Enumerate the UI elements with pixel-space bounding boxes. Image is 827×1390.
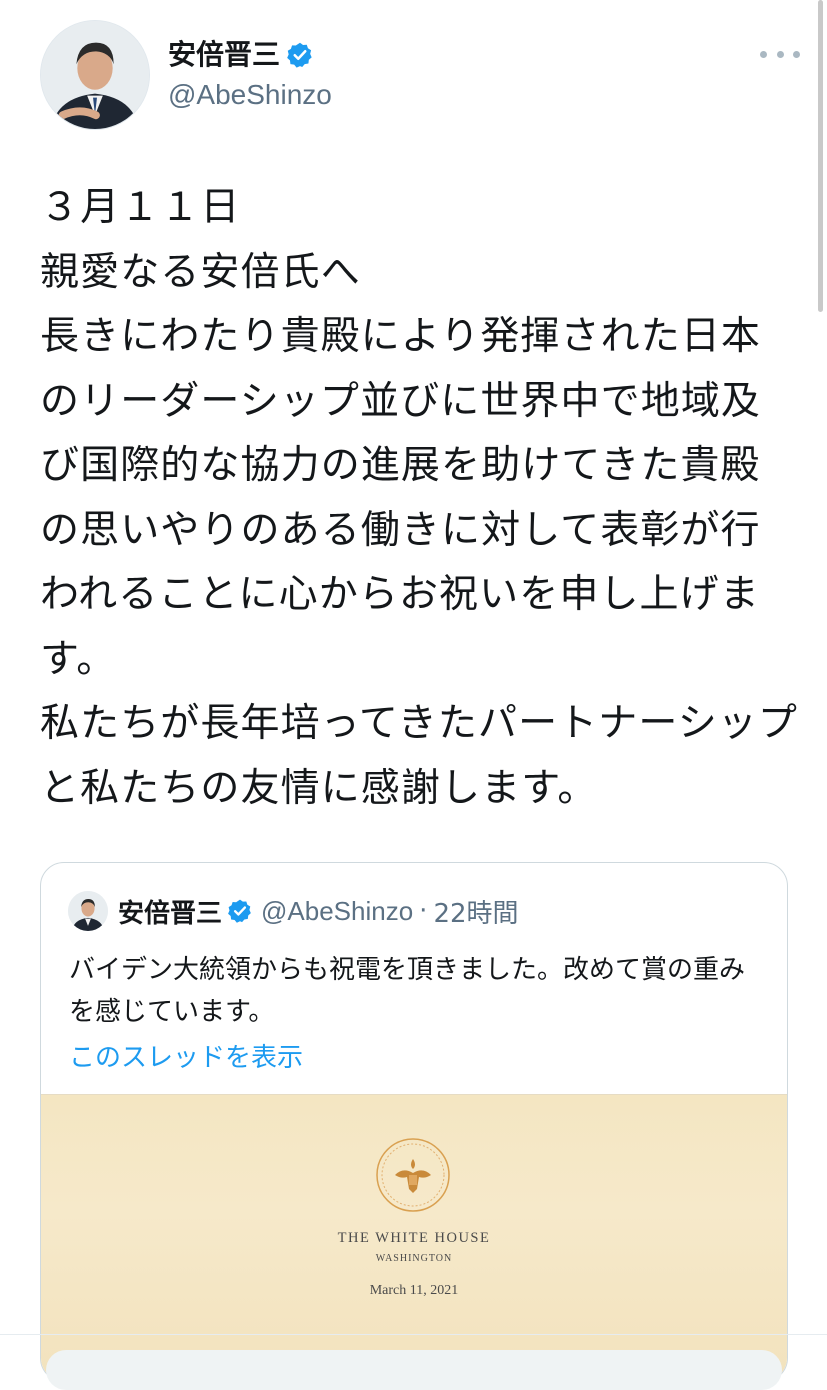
quoted-tweet-text: バイデン大統領からも祝電を頂きました。改めて賞の重みを感じています。 — [69, 955, 746, 1027]
verified-badge-icon — [228, 899, 251, 923]
tweet-header: 安倍晋三 @AbeShinzo — [40, 20, 800, 132]
show-thread-link[interactable]: このスレッドを表示 — [69, 1041, 303, 1075]
tweet-text: ３月１１日 親愛なる安倍氏へ 長きにわたり貴殿により発揮された日本のリーダーシッ… — [40, 185, 799, 811]
quoted-tweet-card[interactable]: 安倍晋三 @AbeShinzo · 22時間 バイデン大統領からも祝電を頂きまし… — [40, 862, 788, 1382]
dot — [793, 50, 800, 58]
divider — [0, 1334, 827, 1335]
display-name[interactable]: 安倍晋三 — [168, 38, 280, 72]
verified-badge-icon — [287, 42, 312, 68]
avatar-photo-icon — [68, 891, 108, 931]
avatar[interactable] — [40, 20, 150, 130]
dot — [776, 50, 784, 58]
quoted-tweet-image[interactable]: THE WHITE HOUSE WASHINGTON March 11, 202… — [41, 1094, 787, 1381]
quoted-tweet-header: 安倍晋三 @AbeShinzo · 22時間 — [68, 891, 519, 931]
dot — [760, 50, 767, 58]
separator-dot: · — [419, 896, 428, 926]
avatar-photo-icon — [41, 21, 149, 129]
letterhead-subtitle: WASHINGTON — [375, 1253, 453, 1264]
quoted-display-name: 安倍晋三 — [118, 898, 223, 929]
quoted-avatar — [68, 891, 108, 931]
reply-bar[interactable] — [46, 1350, 782, 1390]
letterhead-title: THE WHITE HOUSE — [337, 1230, 491, 1246]
letter-date: March 11, 2021 — [369, 1283, 459, 1298]
presidential-seal-icon — [376, 1138, 450, 1212]
quoted-handle: @AbeShinzo — [261, 895, 414, 926]
scrollbar[interactable] — [818, 0, 823, 312]
handle[interactable]: @AbeShinzo — [168, 78, 332, 112]
quoted-timestamp: 22時間 — [433, 898, 519, 929]
name-row: 安倍晋三 — [168, 38, 314, 72]
more-options-icon[interactable] — [760, 44, 800, 64]
